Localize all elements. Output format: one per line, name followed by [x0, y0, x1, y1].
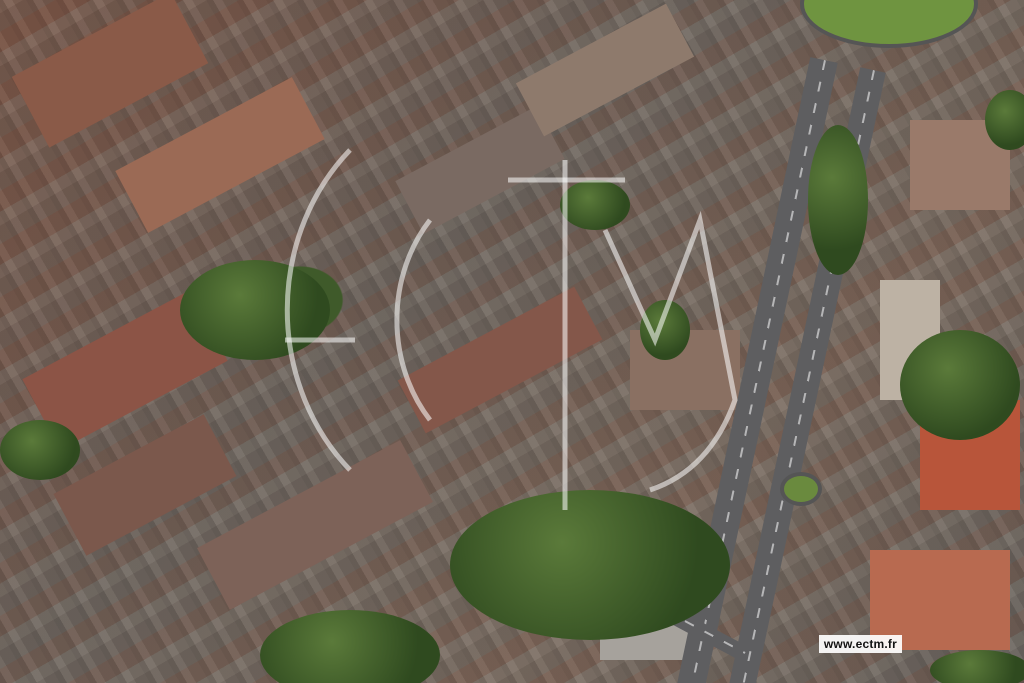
tree-row: [808, 125, 868, 275]
tree-cluster: [900, 330, 1020, 440]
tree-cluster: [0, 420, 80, 480]
tree-cluster: [930, 650, 1024, 683]
roundabout: [780, 472, 822, 506]
photo-credit: www.ectm.fr: [818, 635, 902, 653]
ectm-watermark: [284, 148, 738, 510]
aerial-city-photo: [0, 0, 1024, 683]
roundabout-plaza: [800, 0, 978, 48]
building-block: [11, 0, 209, 148]
tree-cluster: [260, 610, 440, 683]
